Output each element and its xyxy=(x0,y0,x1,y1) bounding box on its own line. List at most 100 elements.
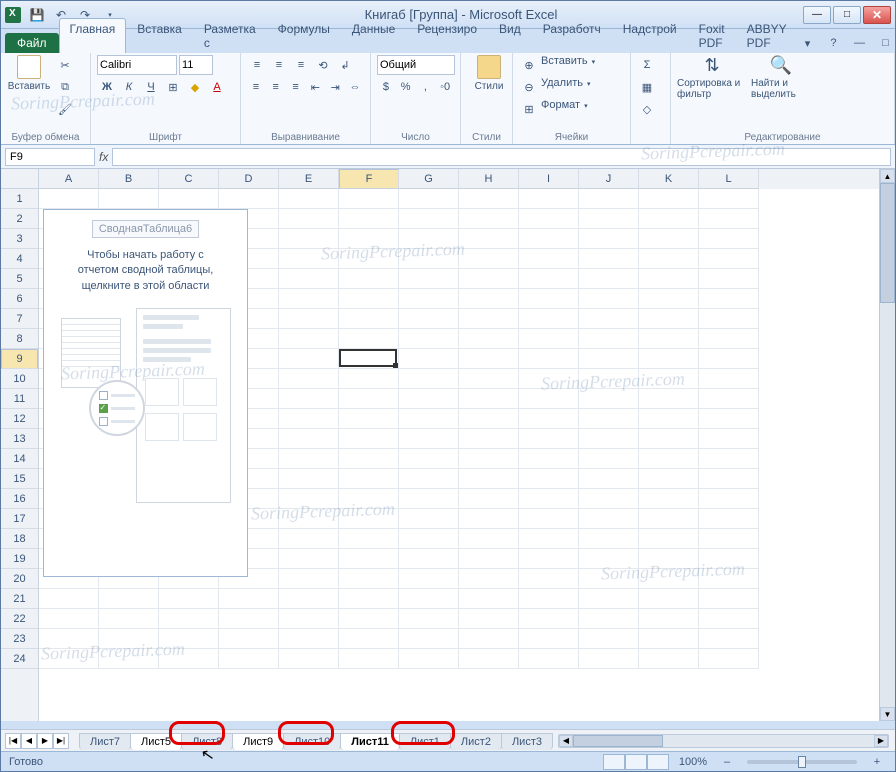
sheet-nav-prev[interactable]: ◀ xyxy=(21,733,37,749)
cell[interactable] xyxy=(39,189,99,209)
cell[interactable] xyxy=(519,369,579,389)
file-tab[interactable]: Файл xyxy=(5,33,59,53)
wrap-text-button[interactable]: ↲ xyxy=(335,55,355,75)
cell[interactable] xyxy=(399,389,459,409)
cell[interactable] xyxy=(699,369,759,389)
cell[interactable] xyxy=(639,189,699,209)
column-header[interactable]: L xyxy=(699,169,759,189)
column-header[interactable]: B xyxy=(99,169,159,189)
cell[interactable] xyxy=(339,569,399,589)
cell[interactable] xyxy=(519,529,579,549)
cell[interactable] xyxy=(159,589,219,609)
cell[interactable] xyxy=(639,409,699,429)
cell[interactable] xyxy=(459,349,519,369)
column-header[interactable]: E xyxy=(279,169,339,189)
cell[interactable] xyxy=(399,449,459,469)
column-header[interactable]: F xyxy=(339,169,399,189)
cell[interactable] xyxy=(519,509,579,529)
cell[interactable] xyxy=(579,329,639,349)
cell[interactable] xyxy=(159,609,219,629)
cell[interactable] xyxy=(459,229,519,249)
cell[interactable] xyxy=(699,609,759,629)
number-format-select[interactable] xyxy=(377,55,455,75)
column-header[interactable]: C xyxy=(159,169,219,189)
format-painter-button[interactable]: 🖌 xyxy=(55,99,75,119)
cell[interactable] xyxy=(279,189,339,209)
cell[interactable] xyxy=(339,589,399,609)
cell[interactable] xyxy=(639,569,699,589)
cell[interactable] xyxy=(39,589,99,609)
cell[interactable] xyxy=(519,429,579,449)
cell[interactable] xyxy=(639,489,699,509)
cell[interactable] xyxy=(459,549,519,569)
cell[interactable] xyxy=(459,289,519,309)
cell[interactable] xyxy=(699,269,759,289)
align-top-button[interactable]: ≡ xyxy=(247,55,267,75)
cell[interactable] xyxy=(459,509,519,529)
column-header[interactable]: G xyxy=(399,169,459,189)
cell[interactable] xyxy=(339,509,399,529)
font-size-select[interactable] xyxy=(179,55,213,75)
sheet-nav-first[interactable]: |◀ xyxy=(5,733,21,749)
view-layout-button[interactable] xyxy=(625,754,647,770)
cell[interactable] xyxy=(279,529,339,549)
cell[interactable] xyxy=(579,409,639,429)
cell[interactable] xyxy=(639,529,699,549)
cell[interactable] xyxy=(699,209,759,229)
row-header[interactable]: 9 xyxy=(1,349,38,369)
styles-button[interactable]: Стили xyxy=(467,55,511,92)
cell[interactable] xyxy=(339,469,399,489)
cell[interactable] xyxy=(639,389,699,409)
fill-color-button[interactable]: ◆ xyxy=(185,77,205,97)
cell[interactable] xyxy=(639,449,699,469)
percent-button[interactable]: % xyxy=(397,77,415,97)
cell[interactable] xyxy=(399,469,459,489)
cell[interactable] xyxy=(279,649,339,669)
cell[interactable] xyxy=(399,269,459,289)
cell[interactable] xyxy=(519,309,579,329)
cell[interactable] xyxy=(399,589,459,609)
row-header[interactable]: 7 xyxy=(1,309,38,329)
cell[interactable] xyxy=(519,589,579,609)
cell[interactable] xyxy=(459,569,519,589)
find-select-button[interactable]: 🔍 Найти и выделить xyxy=(751,55,811,100)
cell[interactable] xyxy=(459,329,519,349)
cell[interactable] xyxy=(579,629,639,649)
row-header[interactable]: 17 xyxy=(1,509,38,529)
cell[interactable] xyxy=(639,429,699,449)
cell[interactable] xyxy=(699,309,759,329)
cell[interactable] xyxy=(639,289,699,309)
view-pagebreak-button[interactable] xyxy=(647,754,669,770)
cell[interactable] xyxy=(579,469,639,489)
cell[interactable] xyxy=(579,229,639,249)
cell[interactable] xyxy=(579,489,639,509)
row-header[interactable]: 23 xyxy=(1,629,38,649)
cell[interactable] xyxy=(519,289,579,309)
ribbon-minimize-button[interactable]: ▾ xyxy=(797,33,817,53)
row-header[interactable]: 19 xyxy=(1,549,38,569)
cell[interactable] xyxy=(579,569,639,589)
cell[interactable] xyxy=(699,629,759,649)
cell[interactable] xyxy=(699,449,759,469)
cell[interactable] xyxy=(519,209,579,229)
cell[interactable] xyxy=(459,449,519,469)
cell[interactable] xyxy=(399,369,459,389)
cell[interactable] xyxy=(459,369,519,389)
cell[interactable] xyxy=(279,449,339,469)
cell[interactable] xyxy=(639,249,699,269)
cell[interactable] xyxy=(699,529,759,549)
cell[interactable] xyxy=(99,189,159,209)
cell[interactable] xyxy=(279,369,339,389)
cell[interactable] xyxy=(519,449,579,469)
insert-cells-button[interactable]: ⊕Вставить xyxy=(519,55,624,75)
vscroll-thumb[interactable] xyxy=(880,183,895,303)
cell[interactable] xyxy=(279,569,339,589)
row-header[interactable]: 13 xyxy=(1,429,38,449)
cell[interactable] xyxy=(279,629,339,649)
cell[interactable] xyxy=(399,249,459,269)
cell[interactable] xyxy=(519,349,579,369)
cell[interactable] xyxy=(519,249,579,269)
cell[interactable] xyxy=(639,629,699,649)
ribbon-tab[interactable]: Разметка с xyxy=(193,18,267,53)
cell[interactable] xyxy=(579,209,639,229)
